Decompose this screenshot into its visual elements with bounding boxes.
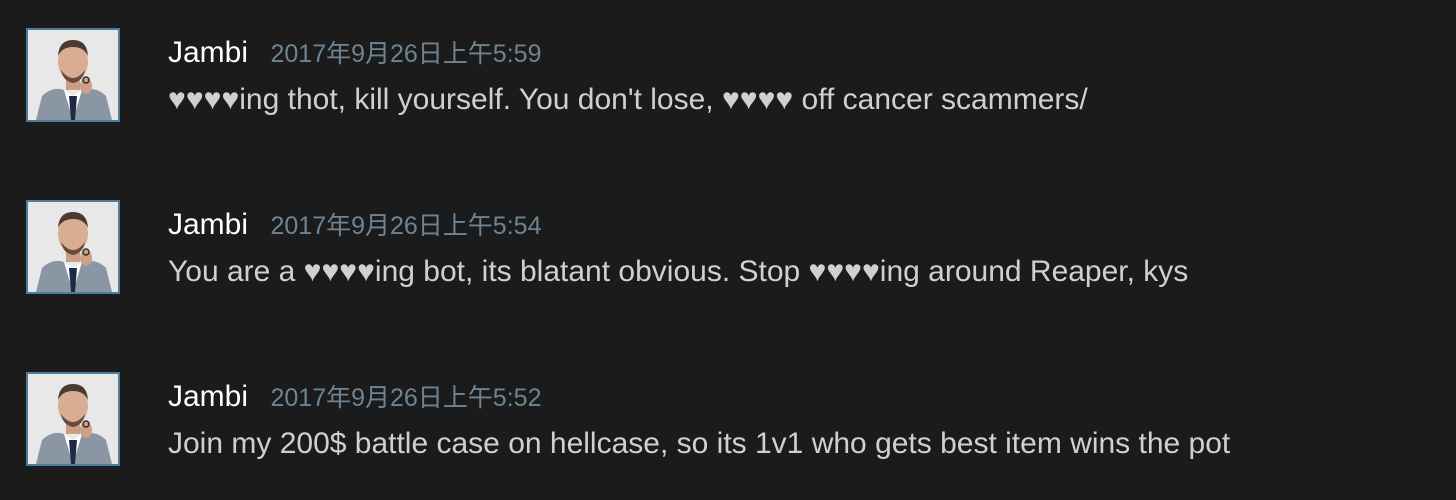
comment-thread: Jambi 2017年9月26日上午5:59 ♥♥♥♥ing thot, kil… [0, 0, 1456, 500]
comment-text: Join my 200$ battle case on hellcase, so… [168, 427, 1231, 460]
author-name[interactable]: Jambi [168, 36, 248, 69]
avatar[interactable] [26, 28, 120, 122]
profile-avatar-icon [28, 202, 118, 292]
author-name[interactable]: Jambi [168, 208, 248, 241]
comment: Jambi 2017年9月26日上午5:52 Join my 200$ batt… [26, 372, 1446, 472]
comment-timestamp: 2017年9月26日上午5:52 [270, 384, 542, 412]
comment-header: Jambi 2017年9月26日上午5:59 [168, 32, 541, 74]
comment: Jambi 2017年9月26日上午5:59 ♥♥♥♥ing thot, kil… [26, 28, 1446, 128]
avatar[interactable] [26, 372, 120, 466]
avatar[interactable] [26, 200, 120, 294]
profile-avatar-icon [28, 374, 118, 464]
comment: Jambi 2017年9月26日上午5:54 You are a ♥♥♥♥ing… [26, 200, 1446, 300]
comment-header: Jambi 2017年9月26日上午5:52 [168, 376, 541, 418]
comment-text: You are a ♥♥♥♥ing bot, its blatant obvio… [168, 255, 1189, 288]
comment-header: Jambi 2017年9月26日上午5:54 [168, 204, 541, 246]
comment-text: ♥♥♥♥ing thot, kill yourself. You don't l… [168, 83, 1088, 116]
profile-avatar-icon [28, 30, 118, 120]
comment-timestamp: 2017年9月26日上午5:54 [270, 212, 542, 240]
comment-timestamp: 2017年9月26日上午5:59 [270, 40, 542, 68]
author-name[interactable]: Jambi [168, 380, 248, 413]
